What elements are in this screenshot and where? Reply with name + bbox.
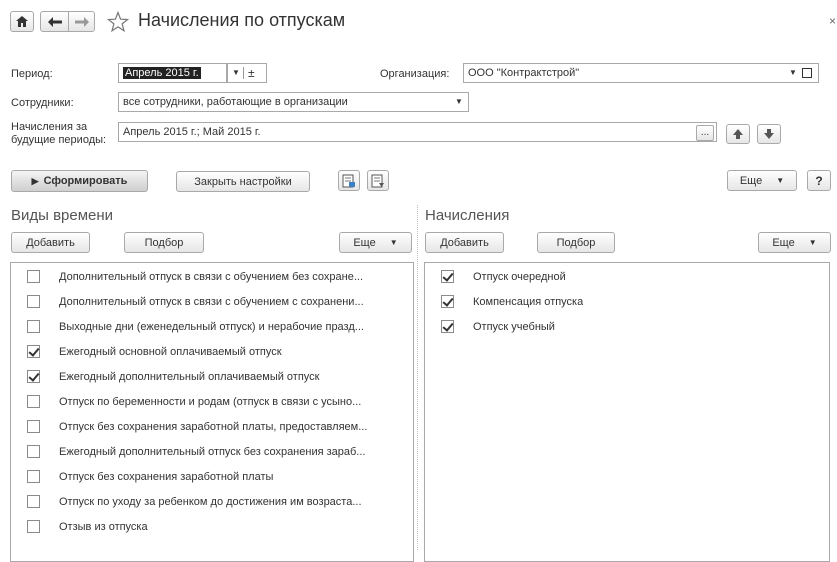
left-more-button[interactable]: Еще ▼ [339,232,412,253]
list-item-label: Отпуск без сохранения заработной платы [59,470,274,483]
list-item-checkbox[interactable] [27,270,40,283]
list-item[interactable]: Дополнительный отпуск в связи с обучение… [11,289,413,314]
list-item-label: Отзыв из отпуска [59,520,148,533]
star-icon [106,10,130,33]
employees-field[interactable]: все сотрудники, работающие в организации… [118,92,469,112]
arrow-down-icon [764,129,774,139]
list-item-label: Выходные дни (еженедельный отпуск) и нер… [59,320,364,333]
spin-icon[interactable]: ± [248,64,255,82]
list-item-label: Компенсация отпуска [473,295,584,308]
list-item-label: Ежегодный дополнительный отпуск без сохр… [59,445,366,458]
open-icon[interactable] [802,68,812,78]
list-item-label: Отпуск без сохранения заработной платы, … [59,420,368,433]
list-item-checkbox[interactable] [27,345,40,358]
list-item-checkbox[interactable] [27,495,40,508]
list-item-label: Ежегодный дополнительный оплачиваемый от… [59,370,320,383]
list-item[interactable]: Отпуск учебный [425,314,829,339]
close-icon[interactable]: × [829,14,836,28]
move-down-button[interactable] [757,124,781,144]
list-item-checkbox[interactable] [441,295,454,308]
list-item[interactable]: Отпуск очередной [425,264,829,289]
chevron-down-icon: ▼ [776,176,785,185]
list-item[interactable]: Дополнительный отпуск в связи с обучение… [11,264,413,289]
help-button[interactable]: ? [807,170,831,191]
list-item-checkbox[interactable] [27,295,40,308]
chevron-down-icon[interactable]: ▼ [452,93,466,111]
report-settings-icon [342,174,355,187]
list-item[interactable]: Отзыв из отпуска [11,514,413,539]
list-item-checkbox[interactable] [27,520,40,533]
list-item[interactable]: Отпуск без сохранения заработной платы, … [11,414,413,439]
list-item-checkbox[interactable] [27,470,40,483]
close-settings-button[interactable]: Закрыть настройки [176,171,310,192]
list-item-checkbox[interactable] [27,395,40,408]
left-panel-title: Виды времени [11,207,114,224]
report-variant-icon [371,174,384,187]
org-label: Организация: [380,68,450,80]
list-item-label: Ежегодный основной оплачиваемый отпуск [59,345,282,358]
list-item-checkbox[interactable] [27,370,40,383]
list-item-checkbox[interactable] [27,445,40,458]
time-types-list[interactable]: Дополнительный отпуск в связи с обучение… [10,262,414,562]
list-item[interactable]: Компенсация отпуска [425,289,829,314]
move-up-button[interactable] [726,124,750,144]
left-select-button[interactable]: Подбор [124,232,204,253]
forward-button[interactable] [68,11,95,32]
period-field[interactable]: Апрель 2015 г. [118,63,227,83]
list-item-checkbox[interactable] [441,270,454,283]
list-item-checkbox[interactable] [441,320,454,333]
future-periods-field[interactable]: Апрель 2015 г.; Май 2015 г. [118,122,717,142]
right-add-button[interactable]: Добавить [425,232,504,253]
accruals-list[interactable]: Отпуск очередной Компенсация отпуска Отпус… [424,262,830,562]
report-settings-button[interactable] [338,170,360,191]
select-periods-button[interactable]: ... [696,125,714,141]
future-label-line1: Начисления за [11,121,88,133]
home-icon [16,16,28,27]
list-item[interactable]: Отпуск по уходу за ребенком до достижени… [11,489,413,514]
list-item[interactable]: Отпуск без сохранения заработной платы [11,464,413,489]
list-item-label: Отпуск очередной [473,270,566,283]
panel-divider [417,205,418,550]
list-item-label: Отпуск учебный [473,320,555,333]
left-add-button[interactable]: Добавить [11,232,90,253]
favorite-star[interactable] [106,10,130,33]
report-variant-button[interactable] [367,170,389,191]
home-button[interactable] [10,11,34,32]
list-item-label: Дополнительный отпуск в связи с обучение… [59,295,364,308]
period-value: Апрель 2015 г. [123,67,201,79]
chevron-down-icon[interactable]: ▼ [229,64,243,82]
right-more-button[interactable]: Еще ▼ [758,232,831,253]
back-button[interactable] [40,11,69,32]
right-panel-title: Начисления [425,207,510,224]
list-item-checkbox[interactable] [27,320,40,333]
period-label: Период: [11,68,53,80]
chevron-down-icon[interactable]: ▼ [786,64,800,82]
arrow-up-icon [733,129,743,139]
list-item-label: Дополнительный отпуск в связи с обучение… [59,270,363,283]
list-item[interactable]: Выходные дни (еженедельный отпуск) и нер… [11,314,413,339]
list-item[interactable]: Ежегодный основной оплачиваемый отпуск [11,339,413,364]
play-icon: ▶ [31,175,39,186]
list-item[interactable]: Ежегодный дополнительный отпуск без сохр… [11,439,413,464]
right-select-button[interactable]: Подбор [537,232,615,253]
spin-divider [243,67,244,79]
chevron-down-icon: ▼ [389,238,398,247]
arrow-left-icon [47,16,62,27]
page-title: Начисления по отпускам [138,10,346,30]
future-label-line2: будущие периоды: [11,134,107,146]
period-controls[interactable]: ▼ ± [227,63,267,83]
org-field[interactable]: ООО "Контрактстрой" ▼ [463,63,819,83]
list-item-label: Отпуск по беременности и родам (отпуск в… [59,395,362,408]
list-item-label: Отпуск по уходу за ребенком до достижени… [59,495,362,508]
chevron-down-icon: ▼ [808,238,817,247]
employees-label: Сотрудники: [11,97,74,109]
list-item-checkbox[interactable] [27,420,40,433]
generate-button[interactable]: ▶ Сформировать [11,170,148,192]
toolbar-more-button[interactable]: Еще ▼ [727,170,797,191]
arrow-right-icon [74,16,89,27]
list-item[interactable]: Ежегодный дополнительный оплачиваемый от… [11,364,413,389]
list-item[interactable]: Отпуск по беременности и родам (отпуск в… [11,389,413,414]
